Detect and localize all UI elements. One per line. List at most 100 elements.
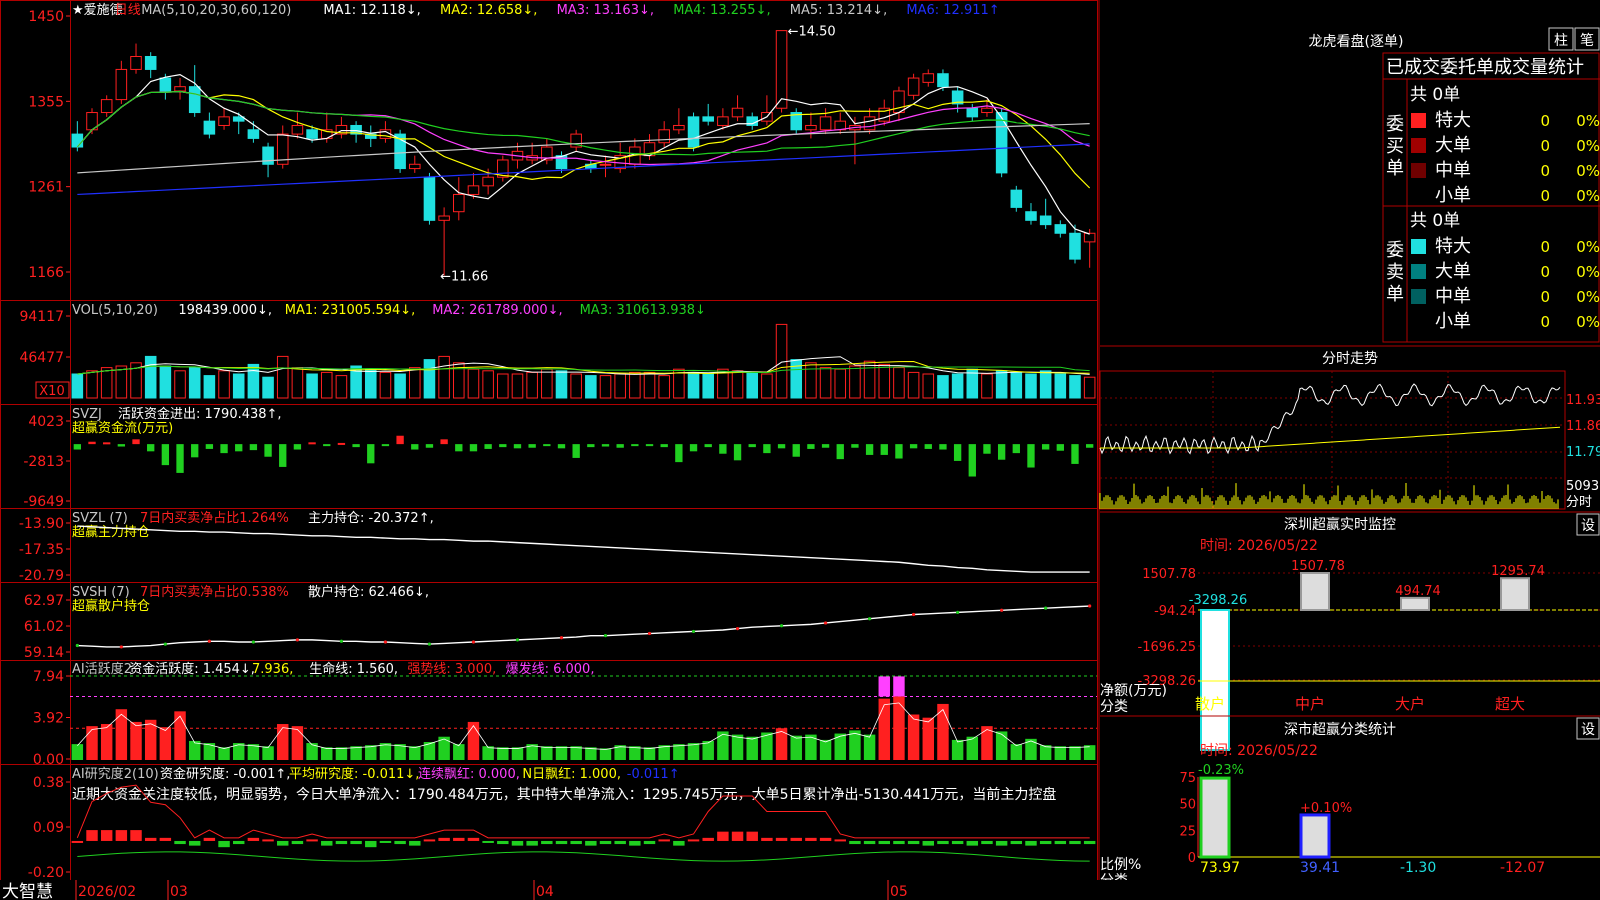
fund-flow-bar[interactable]: [924, 444, 932, 449]
activity-bar[interactable]: [893, 696, 905, 760]
volume-bar[interactable]: [526, 371, 538, 399]
research-bar[interactable]: [746, 831, 758, 841]
activity-bar[interactable]: [819, 739, 832, 760]
fund-flow-bar[interactable]: [631, 444, 639, 447]
fund-flow-bar[interactable]: [1071, 444, 1079, 464]
candle-body[interactable]: [453, 193, 465, 213]
research-bar[interactable]: [687, 839, 700, 842]
fund-flow-bar[interactable]: [851, 444, 859, 448]
research-bar[interactable]: [658, 839, 670, 842]
candle-body[interactable]: [981, 107, 993, 114]
candle-body[interactable]: [218, 116, 230, 126]
volume-bar[interactable]: [423, 359, 436, 399]
research-bar[interactable]: [511, 840, 524, 846]
fund-flow-bar[interactable]: [337, 442, 346, 445]
volume-bar[interactable]: [658, 375, 670, 399]
candle-body[interactable]: [262, 146, 274, 165]
volume-bar[interactable]: [174, 370, 186, 399]
fund-flow-bar[interactable]: [983, 444, 991, 454]
fund-flow-bar[interactable]: [704, 444, 712, 448]
stats-bar[interactable]: [1199, 776, 1231, 859]
volume-bar[interactable]: [1025, 373, 1037, 399]
research-bar[interactable]: [277, 840, 289, 846]
volume-bar[interactable]: [438, 355, 450, 399]
fund-flow-bar[interactable]: [235, 444, 243, 452]
activity-bar[interactable]: [174, 711, 186, 760]
volume-bar[interactable]: [599, 375, 612, 399]
volume-bar[interactable]: [232, 373, 245, 399]
candle-body[interactable]: [247, 129, 260, 139]
research-bar[interactable]: [159, 837, 172, 841]
research-bar[interactable]: [819, 837, 832, 841]
research-bar[interactable]: [130, 830, 142, 841]
research-bar[interactable]: [922, 840, 935, 846]
activity-bar[interactable]: [702, 740, 714, 760]
activity-bar[interactable]: [995, 731, 1008, 760]
research-bar[interactable]: [497, 840, 509, 845]
fund-flow-bar[interactable]: [821, 444, 830, 448]
fund-flow-bar[interactable]: [557, 444, 566, 449]
monitor-bar[interactable]: [1400, 596, 1430, 611]
volume-bar[interactable]: [379, 371, 392, 399]
volume-bar[interactable]: [335, 375, 348, 399]
research-bar[interactable]: [526, 840, 538, 846]
activity-bar[interactable]: [570, 746, 582, 760]
research-bar[interactable]: [673, 840, 685, 846]
fund-flow-bar[interactable]: [103, 442, 111, 445]
activity-bar[interactable]: [1069, 746, 1081, 760]
candle-body[interactable]: [1069, 232, 1081, 260]
volume-bar[interactable]: [731, 370, 744, 399]
fund-flow-bar[interactable]: [1056, 444, 1064, 451]
volume-bar[interactable]: [497, 373, 509, 399]
activity-bar[interactable]: [188, 740, 201, 760]
volume-bar[interactable]: [746, 371, 759, 399]
research-bar[interactable]: [188, 840, 201, 846]
research-bar[interactable]: [115, 830, 128, 841]
activity-bar[interactable]: [497, 747, 509, 760]
volume-bar[interactable]: [100, 367, 113, 399]
research-bar[interactable]: [71, 840, 84, 843]
activity-bar[interactable]: [511, 747, 524, 760]
fund-flow-bar[interactable]: [719, 444, 727, 454]
candle-body[interactable]: [717, 116, 729, 126]
activity-bar[interactable]: [321, 747, 333, 760]
activity-bar[interactable]: [731, 734, 744, 760]
svsh-panel[interactable]: 62.97 61.02 59.14 SVSH (7) 7日内买卖净占比0.538% 散户持…: [24, 584, 1092, 661]
candle-body[interactable]: [438, 215, 450, 221]
monitor-bar[interactable]: [1200, 609, 1230, 751]
activity-bar[interactable]: [863, 734, 876, 760]
candle-body[interactable]: [922, 73, 935, 83]
volume-bar[interactable]: [1069, 375, 1081, 399]
fund-flow-bar[interactable]: [132, 439, 140, 445]
volume-bar[interactable]: [159, 365, 172, 399]
research-bar[interactable]: [585, 840, 597, 846]
research-bar[interactable]: [834, 839, 846, 842]
volume-bar[interactable]: [922, 373, 935, 399]
candle-body[interactable]: [687, 116, 700, 148]
activity-bar[interactable]: [555, 746, 568, 760]
fund-flow-bar[interactable]: [513, 444, 522, 449]
research-bar[interactable]: [379, 840, 392, 843]
activity-bar[interactable]: [746, 736, 758, 760]
research-bar[interactable]: [937, 840, 949, 845]
fund-flow-bar[interactable]: [645, 444, 654, 447]
research-bar[interactable]: [599, 840, 612, 845]
volume-bar[interactable]: [878, 363, 891, 399]
candle-body[interactable]: [423, 176, 436, 221]
volume-bar[interactable]: [643, 371, 656, 399]
research-bar[interactable]: [232, 840, 245, 845]
activity-bar[interactable]: [100, 724, 113, 760]
volume-bar[interactable]: [981, 373, 993, 399]
research-bar[interactable]: [629, 840, 641, 846]
volume-bar[interactable]: [320, 371, 333, 399]
volume-panel[interactable]: 94117 46477 X10 VOL(5,10,20) 198439.000↓, MA1…: [19, 303, 1096, 399]
research-bar[interactable]: [1039, 840, 1052, 845]
fund-flow-bar[interactable]: [733, 444, 742, 461]
activity-bar[interactable]: [453, 744, 465, 760]
candle-body[interactable]: [819, 116, 832, 131]
volume-bar[interactable]: [511, 373, 524, 399]
volume-bar[interactable]: [702, 373, 714, 399]
research-bar[interactable]: [203, 837, 216, 841]
research-bar[interactable]: [1083, 840, 1096, 845]
activity-bar[interactable]: [291, 726, 304, 760]
